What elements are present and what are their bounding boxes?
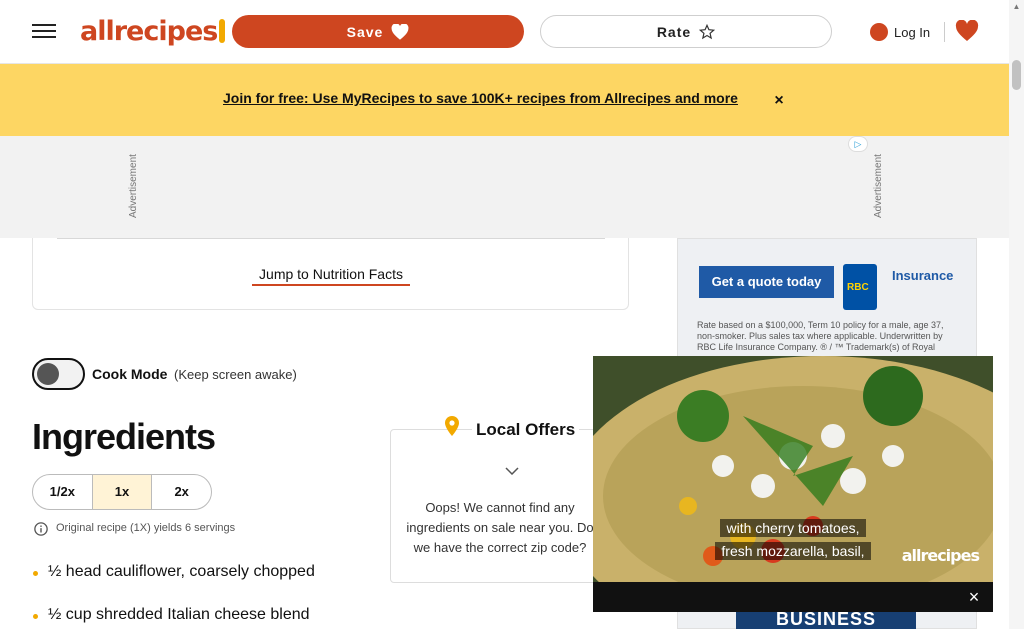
save-button[interactable]: Save: [232, 15, 524, 48]
card-divider: [57, 238, 605, 239]
location-pin-icon: [444, 416, 460, 436]
caption-text: fresh mozzarella, basil,: [715, 542, 871, 560]
rate-button[interactable]: Rate: [540, 15, 832, 48]
ingredient-item[interactable]: ½ cup shredded Italian cheese blend: [48, 606, 310, 624]
ad-label-right: Advertisement: [873, 154, 884, 218]
adchoices-icon[interactable]: ▷: [848, 136, 868, 152]
site-logo[interactable]: allrecipes: [80, 14, 226, 48]
ad-quote-button[interactable]: Get a quote today: [699, 266, 834, 298]
video-close-icon[interactable]: ×: [962, 586, 986, 608]
ad-label-left: Advertisement: [128, 154, 139, 218]
ad-fine-print: Rate based on a $100,000, Term 10 policy…: [697, 320, 944, 352]
ingredients-heading: Ingredients: [32, 416, 216, 457]
save-label: Save: [346, 23, 384, 40]
jump-to-nutrition-link[interactable]: Jump to Nutrition Facts: [252, 264, 410, 286]
rbc-logo-text: RBC: [847, 282, 869, 293]
ad-product-label: Insurance: [892, 268, 954, 283]
logo-accent: [219, 19, 226, 43]
close-icon[interactable]: ×: [770, 92, 788, 110]
cook-mode-toggle[interactable]: [32, 358, 85, 390]
scale-half-button[interactable]: 1/2x: [33, 475, 93, 509]
scroll-up-icon[interactable]: ▲: [1012, 2, 1021, 12]
local-offers-message: Oops! We cannot find any ingredients on …: [406, 500, 594, 555]
bullet-icon: [33, 614, 38, 619]
page-scrollbar[interactable]: [1009, 0, 1024, 629]
header-divider: [944, 22, 945, 42]
user-icon: [870, 23, 888, 41]
video-watermark-logo: allrecipes: [901, 546, 980, 565]
cook-mode-label: Cook Mode: [92, 366, 168, 382]
scale-2x-button[interactable]: 2x: [152, 475, 211, 509]
star-icon: [699, 23, 716, 39]
rate-label: Rate: [656, 23, 692, 40]
bullet-icon: [33, 571, 38, 576]
caption-text: with cherry tomatoes,: [720, 519, 866, 537]
yield-text: Original recipe (1X) yields 6 servings: [56, 522, 236, 534]
scrollbar-thumb[interactable]: [1012, 60, 1021, 90]
video-player[interactable]: with cherry tomatoes, fresh mozzarella, …: [593, 356, 993, 582]
info-icon[interactable]: [34, 522, 50, 538]
login-label: Log In: [894, 24, 931, 40]
ingredient-item[interactable]: ½ head cauliflower, coarsely chopped: [48, 563, 315, 581]
toggle-knob: [37, 363, 59, 385]
saved-recipes-icon[interactable]: [955, 19, 979, 44]
logo-text: allrecipes: [80, 15, 218, 47]
caption-line: with cherry tomatoes,: [593, 519, 993, 538]
login-link[interactable]: Log In: [870, 20, 930, 44]
cook-mode-hint[interactable]: (Keep screen awake): [174, 367, 297, 382]
join-promo-link[interactable]: Join for free: Use MyRecipes to save 100…: [223, 90, 756, 111]
heart-icon: [391, 23, 409, 40]
local-offers-title: Local Offers: [472, 420, 580, 440]
page: allrecipes Save Rate Log In Join for fre…: [0, 0, 1024, 629]
rbc-logo: RBC: [843, 264, 877, 310]
video-control-bar: [593, 582, 993, 612]
scale-1x-button[interactable]: 1x: [92, 475, 153, 509]
edit-zip-icon[interactable]: [505, 462, 519, 476]
recipe-scale-selector: 1/2x 1x 2x: [32, 474, 212, 510]
leaderboard-ad[interactable]: [141, 137, 869, 227]
menu-icon[interactable]: [32, 20, 56, 44]
